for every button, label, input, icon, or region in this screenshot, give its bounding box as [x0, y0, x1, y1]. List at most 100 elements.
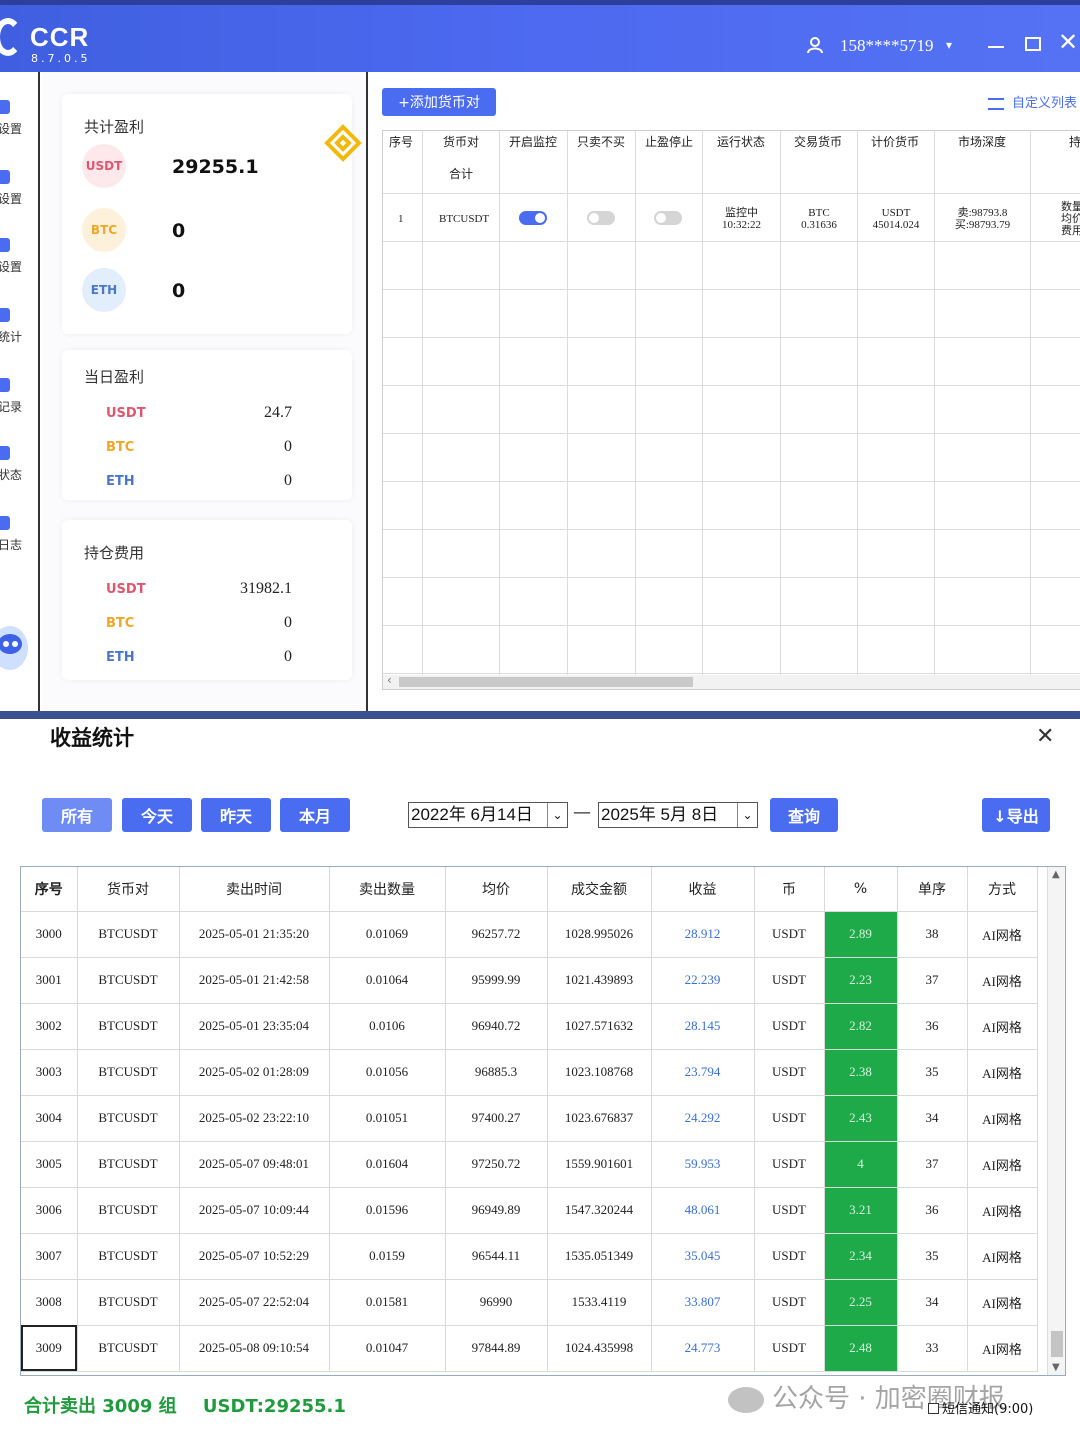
user-account[interactable]: 158****5719: [840, 36, 934, 56]
col-header-coin[interactable]: 币: [754, 867, 825, 912]
cell-coin: USDT: [754, 1141, 825, 1188]
cell-sell-qty: 0.0159: [329, 1233, 446, 1280]
date-to-picker[interactable]: 2025年 5月 8日 ⌄: [598, 802, 758, 828]
chevron-down-icon[interactable]: ⌄: [547, 803, 567, 827]
custom-list-button[interactable]: 自定义列表: [988, 92, 1077, 111]
col-header-amount[interactable]: 成交金额: [547, 867, 652, 912]
cell-profit: 22.239: [651, 957, 755, 1004]
sidebar-item-status[interactable]: 状态: [0, 446, 38, 498]
tp-stop-toggle[interactable]: [654, 211, 682, 225]
col-header-sell-qty[interactable]: 卖出数量: [329, 867, 446, 912]
query-button[interactable]: 查询: [770, 798, 838, 832]
app-name: CCR: [30, 22, 90, 52]
sidebar-item-settings-2[interactable]: 设置: [0, 170, 38, 222]
sidebar-item-stats[interactable]: 统计: [0, 308, 38, 360]
sms-notify-checkbox[interactable]: 短信通知(9:00): [928, 1398, 1033, 1417]
sidebar-item-settings-3[interactable]: 设置: [0, 238, 38, 290]
close-icon[interactable]: ✕: [1036, 724, 1054, 749]
cell-order-seq: 35: [897, 1049, 968, 1096]
col-header-tp-stop: 止盈停止: [645, 135, 694, 149]
cell-profit: 28.912: [651, 911, 755, 958]
cell-amount: 1024.435998: [547, 1325, 652, 1372]
sell-only-toggle[interactable]: [587, 211, 615, 225]
sidebar-item-log[interactable]: 日志: [0, 516, 38, 568]
filter-today-button[interactable]: 今天: [122, 798, 192, 832]
col-header-percent[interactable]: %: [824, 867, 898, 912]
filter-yesterday-button[interactable]: 昨天: [201, 798, 271, 832]
pairs-panel: +添加货币对 自定义列表 序号 货币对 开启监控 只卖不买 止盈停止 运行状态 …: [370, 72, 1080, 712]
checkbox-icon[interactable]: [928, 1403, 939, 1414]
cell-avg-price: 97400.27: [445, 1095, 548, 1142]
table-row[interactable]: 3001 BTCUSDT 2025-05-01 21:42:58 0.01064 959…: [21, 957, 1038, 1004]
sidebar-item-label: 记录: [0, 400, 23, 414]
maximize-button[interactable]: [1025, 37, 1041, 51]
minimize-button[interactable]: [988, 46, 1004, 48]
trade-coin-cell: BTC 0.31636: [781, 207, 857, 231]
table-row[interactable]: 3008 BTCUSDT 2025-05-07 22:52:04 0.01581 969…: [21, 1279, 1038, 1326]
table-row[interactable]: 3003 BTCUSDT 2025-05-02 01:28:09 0.01056 968…: [21, 1049, 1038, 1096]
daily-profit-title: 当日盈利: [84, 368, 145, 386]
cell-idx: 3000: [21, 911, 78, 958]
chevron-down-icon[interactable]: ▾: [946, 38, 952, 52]
filter-month-button[interactable]: 本月: [280, 798, 350, 832]
cell-idx: 3002: [21, 1003, 78, 1050]
add-pair-button[interactable]: +添加货币对: [382, 88, 496, 116]
table-row[interactable]: 3007 BTCUSDT 2025-05-07 10:52:29 0.0159 9654…: [21, 1233, 1038, 1280]
scroll-left-icon[interactable]: ‹: [387, 673, 392, 687]
app-version: 8.7.0.5: [31, 52, 91, 65]
cell-avg-price: 96940.72: [445, 1003, 548, 1050]
chevron-down-icon[interactable]: ⌄: [737, 803, 757, 827]
table-row[interactable]: 3006 BTCUSDT 2025-05-07 10:09:44 0.01596 969…: [21, 1187, 1038, 1234]
sidebar-item-settings-1[interactable]: 设置: [0, 100, 38, 152]
cell-sell-time: 2025-05-01 21:42:58: [179, 957, 330, 1004]
table-row[interactable]: 3000 BTCUSDT 2025-05-01 21:35:20 0.01069 962…: [21, 911, 1038, 958]
cell-order-seq: 34: [897, 1095, 968, 1142]
btc-label: BTC: [106, 616, 135, 631]
daily-eth-value: 0: [284, 472, 292, 489]
table-row[interactable]: 3009 BTCUSDT 2025-05-08 09:10:54 0.01047 978…: [21, 1325, 1038, 1372]
cell-profit: 48.061: [651, 1187, 755, 1234]
scroll-up-icon[interactable]: ▲: [1052, 869, 1060, 880]
scroll-down-icon[interactable]: ▼: [1052, 1362, 1060, 1373]
col-header-pair[interactable]: 货币对: [77, 867, 180, 912]
col-header-method[interactable]: 方式: [967, 867, 1038, 912]
export-button[interactable]: ↓导出: [982, 798, 1050, 832]
table-row[interactable]: 3004 BTCUSDT 2025-05-02 23:22:10 0.01051 974…: [21, 1095, 1038, 1142]
sidebar: 设置 设置 设置 统计 记录 状态 日志: [0, 72, 40, 712]
depth-buy: 买:98793.79: [954, 219, 1011, 231]
trade-coin: BTC: [808, 207, 830, 219]
cell-sell-time: 2025-05-07 22:52:04: [179, 1279, 330, 1326]
col-header-avg-price[interactable]: 均价: [445, 867, 548, 912]
scrollbar-thumb[interactable]: [399, 677, 693, 687]
cell-amount: 1023.676837: [547, 1095, 652, 1142]
cell-coin: USDT: [754, 1233, 825, 1280]
vertical-scrollbar[interactable]: ▲ ▼: [1047, 867, 1065, 1375]
table-row[interactable]: 3002 BTCUSDT 2025-05-01 23:35:04 0.0106 9694…: [21, 1003, 1038, 1050]
col-header-sell-time[interactable]: 卖出时间: [179, 867, 330, 912]
dialog-title: 收益统计: [50, 725, 134, 750]
cell-pair: BTCUSDT: [77, 957, 180, 1004]
col-header-profit[interactable]: 收益: [651, 867, 755, 912]
col-header-order-seq[interactable]: 单序: [897, 867, 968, 912]
cell-method: AI网格: [967, 1233, 1038, 1280]
cell-coin: USDT: [754, 911, 825, 958]
date-separator: —: [573, 802, 591, 823]
total-eth-value: 0: [172, 280, 186, 302]
filter-all-button[interactable]: 所有: [42, 798, 112, 832]
monitor-toggle[interactable]: [519, 211, 547, 225]
user-icon[interactable]: [806, 36, 824, 54]
scrollbar-thumb[interactable]: [1051, 1331, 1063, 1357]
robot-assistant-icon[interactable]: [0, 620, 32, 680]
window-divider: [0, 711, 1080, 719]
cell-coin: USDT: [754, 1049, 825, 1096]
sidebar-item-label: 设置: [0, 122, 23, 136]
close-window-button[interactable]: ✕: [1058, 30, 1078, 54]
sidebar-item-records[interactable]: 记录: [0, 378, 38, 430]
horizontal-scrollbar[interactable]: ‹: [383, 673, 1080, 689]
col-header-pair: 货币对: [443, 135, 480, 149]
col-header-index[interactable]: 序号: [21, 867, 78, 912]
holding-fee-title: 持仓费用: [84, 544, 145, 562]
pair-row-symbol[interactable]: BTCUSDT: [439, 213, 489, 225]
date-from-picker[interactable]: 2022年 6月14日 ⌄: [408, 802, 568, 828]
table-row[interactable]: 3005 BTCUSDT 2025-05-07 09:48:01 0.01604 972…: [21, 1141, 1038, 1188]
